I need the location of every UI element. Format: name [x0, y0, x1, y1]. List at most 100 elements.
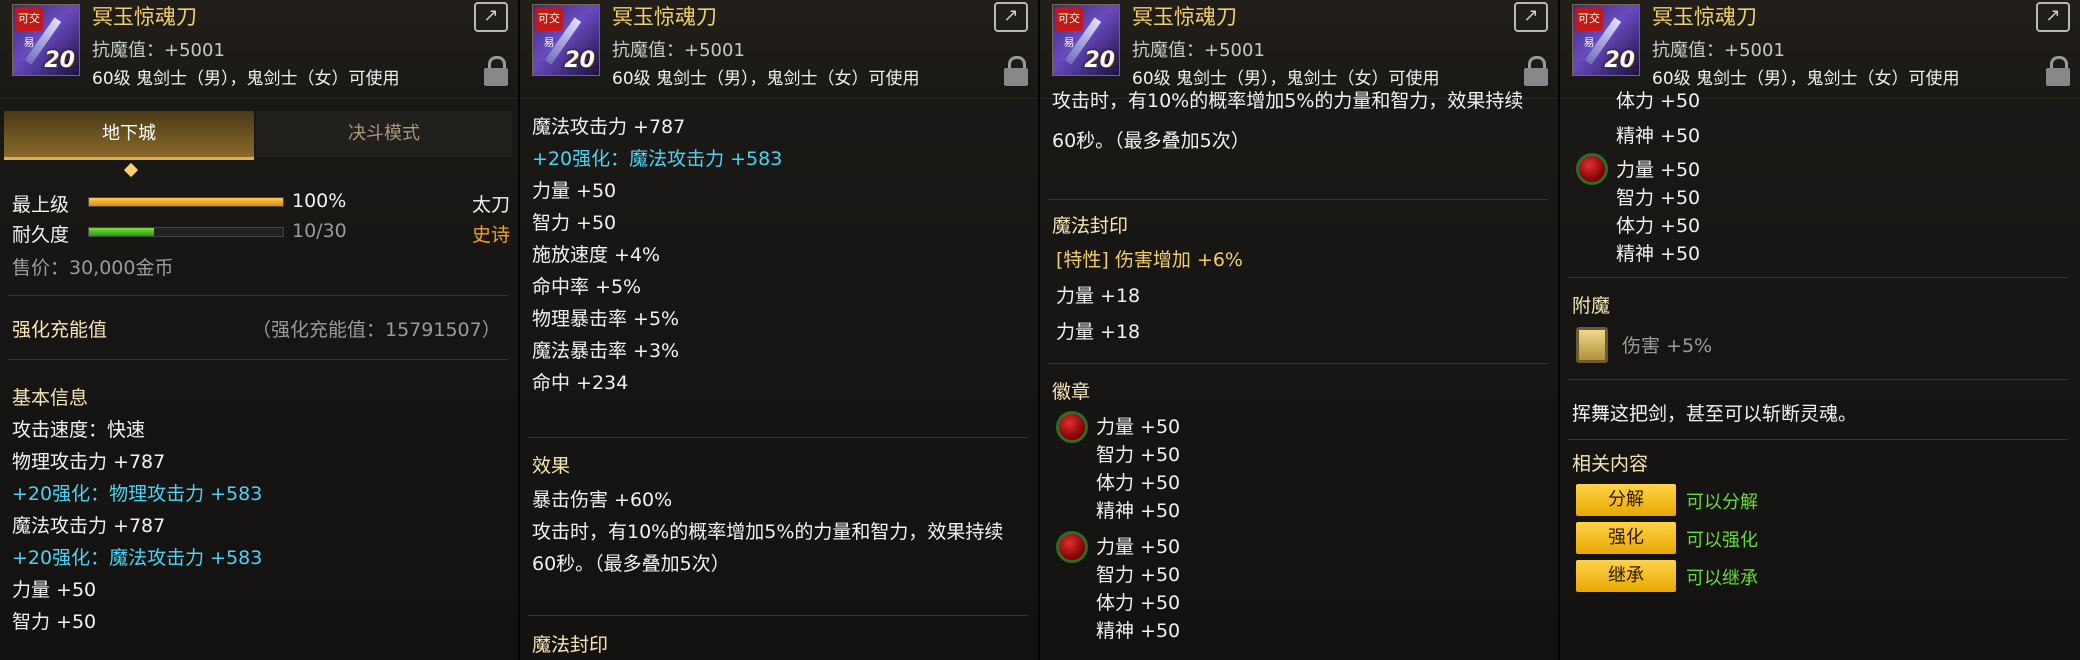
- tooltip-body: 体力 +50 精神 +50 力量 +50 智力 +50 体力 +50 精神 +5…: [1560, 90, 2080, 660]
- class-requirement: 60级 鬼剑士（男），鬼剑士（女）可使用: [92, 69, 400, 89]
- reinforce-level: 20: [564, 48, 595, 73]
- emblem-spr: 精神 +50: [1616, 243, 1701, 265]
- emblem-int: 智力 +50: [1096, 564, 1181, 586]
- effect-desc-cut: 攻击时，有10%的概率增加5%的力量和智力，效果持续: [1052, 90, 1524, 112]
- mag-atk-bonus: +20强化：魔法攻击力 +583: [532, 148, 783, 170]
- crit-damage: 暴击伤害 +60%: [532, 489, 673, 511]
- grade-label: 最上级: [12, 194, 70, 216]
- lock-icon[interactable]: [1004, 56, 1028, 86]
- emblem-vit-cut: 体力 +50: [1616, 90, 1701, 112]
- tooltip-panel-1: 可交易 20 冥玉惊魂刀 抗魔值：+5001 60级 鬼剑士（男），鬼剑士（女）…: [0, 0, 520, 660]
- sell-price: 售价：30,000金币: [12, 257, 174, 279]
- hit: 命中 +234: [532, 372, 629, 394]
- lock-icon[interactable]: [484, 56, 508, 86]
- lock-icon[interactable]: [1524, 56, 1548, 86]
- inherit-button[interactable]: 继承: [1576, 560, 1676, 592]
- reinforce-level: 20: [44, 48, 75, 73]
- emblem-title: 徽章: [1052, 381, 1091, 403]
- phys-crit: 物理暴击率 +5%: [532, 308, 680, 330]
- tab-dungeon[interactable]: 地下城: [4, 111, 254, 160]
- share-icon[interactable]: ↗: [994, 2, 1028, 32]
- divider: [1568, 439, 2068, 440]
- effect-desc-1: 攻击时，有10%的概率增加5%的力量和智力，效果持续: [532, 521, 1004, 543]
- stat-int: 智力 +50: [532, 212, 617, 234]
- mag-crit: 魔法暴击率 +3%: [532, 340, 680, 362]
- divider: [1568, 379, 2068, 380]
- grade-bar-fill: [89, 198, 283, 206]
- emblem-str: 力量 +50: [1096, 416, 1181, 438]
- emblem-str: 力量 +50: [1616, 159, 1701, 181]
- enchant-card-icon[interactable]: [1576, 327, 1608, 363]
- effect-desc-2: 60秒。（最多叠加5次）: [1052, 130, 1250, 152]
- disassemble-button[interactable]: 分解: [1576, 484, 1676, 516]
- inherit-note: 可以继承: [1686, 568, 1758, 589]
- emblem-spr: 精神 +50: [1096, 620, 1181, 642]
- weapon-type: 太刀: [472, 194, 511, 216]
- tab-pvp[interactable]: 决斗模式: [256, 111, 512, 157]
- emblem-spr: 精神 +50: [1096, 500, 1181, 522]
- durability-label: 耐久度: [12, 224, 70, 246]
- seal-title-cut: 魔法封印: [532, 634, 609, 656]
- divider: [1048, 363, 1548, 364]
- stat-str: 力量 +50: [532, 180, 617, 202]
- share-icon[interactable]: ↗: [1514, 2, 1548, 32]
- lock-icon[interactable]: [2046, 56, 2070, 86]
- share-icon[interactable]: ↗: [474, 2, 508, 32]
- related-title: 相关内容: [1572, 453, 1649, 475]
- item-name: 冥玉惊魂刀: [612, 5, 717, 29]
- red-emblem-icon[interactable]: [1576, 153, 1608, 185]
- resist-value: 抗魔值：+5001: [1652, 40, 1785, 61]
- durability-bar: [88, 227, 284, 237]
- reinforce-value: （强化充能值：15791507）: [252, 319, 501, 341]
- tooltip-body: 攻击时，有10%的概率增加5%的力量和智力，效果持续 60秒。（最多叠加5次） …: [1040, 90, 1558, 660]
- emblem-vit: 体力 +50: [1616, 215, 1701, 237]
- red-emblem-icon[interactable]: [1056, 411, 1088, 443]
- red-emblem-icon[interactable]: [1056, 531, 1088, 563]
- enchant-value: 伤害 +5%: [1622, 335, 1713, 357]
- tooltip-body: 魔法攻击力 +787 +20强化：魔法攻击力 +583 力量 +50 智力 +5…: [520, 99, 1038, 660]
- grade-bar: [88, 197, 284, 207]
- emblem-int: 智力 +50: [1616, 187, 1701, 209]
- seal-title: 魔法封印: [1052, 215, 1129, 237]
- seal-line-1: 力量 +18: [1056, 285, 1141, 307]
- sword-item-icon[interactable]: 可交易 20: [1052, 4, 1120, 76]
- mode-tabs: 地下城 决斗模式: [4, 111, 512, 178]
- item-header: 可交易 20 冥玉惊魂刀 抗魔值：+5001 60级 鬼剑士（男），鬼剑士（女）…: [1040, 0, 1558, 99]
- resist-value: 抗魔值：+5001: [1132, 40, 1265, 61]
- divider: [1048, 199, 1548, 200]
- divider: [1568, 277, 2068, 278]
- seal-line-2: 力量 +18: [1056, 321, 1141, 343]
- reinforce-button[interactable]: 强化: [1576, 522, 1676, 554]
- reinforce-level: 20: [1084, 48, 1115, 73]
- divider: [528, 437, 1028, 438]
- mag-atk: 魔法攻击力 +787: [532, 116, 686, 138]
- sword-item-icon[interactable]: 可交易 20: [1572, 4, 1640, 76]
- reinforce-level: 20: [1604, 48, 1635, 73]
- emblem-int: 智力 +50: [1096, 444, 1181, 466]
- tradeable-badge: 可交易: [1055, 7, 1083, 49]
- item-name: 冥玉惊魂刀: [1652, 5, 1757, 29]
- share-icon[interactable]: ↗: [2036, 2, 2070, 32]
- item-header: 可交易 20 冥玉惊魂刀 抗魔值：+5001 60级 鬼剑士（男），鬼剑士（女）…: [0, 0, 518, 99]
- durability-value: 10/30: [292, 220, 347, 242]
- active-tab-marker: [123, 162, 139, 178]
- basic-info-title: 基本信息: [12, 387, 89, 409]
- class-requirement: 60级 鬼剑士（男），鬼剑士（女）可使用: [612, 69, 920, 89]
- tooltip-panel-3: 可交易 20 冥玉惊魂刀 抗魔值：+5001 60级 鬼剑士（男），鬼剑士（女）…: [1040, 0, 1560, 660]
- cast-speed: 施放速度 +4%: [532, 244, 661, 266]
- sword-item-icon[interactable]: 可交易 20: [12, 4, 80, 76]
- divider: [528, 615, 1028, 616]
- hit-rate: 命中率 +5%: [532, 276, 642, 298]
- effect-title: 效果: [532, 455, 571, 477]
- emblem-vit: 体力 +50: [1096, 472, 1181, 494]
- tradeable-badge: 可交易: [15, 7, 43, 49]
- reinforce-title: 强化充能值: [12, 319, 108, 341]
- stat-int: 智力 +50: [12, 611, 97, 633]
- phys-atk: 物理攻击力 +787: [12, 451, 166, 473]
- divider: [8, 359, 508, 360]
- emblem-vit: 体力 +50: [1096, 592, 1181, 614]
- resist-value: 抗魔值：+5001: [612, 40, 745, 61]
- sword-item-icon[interactable]: 可交易 20: [532, 4, 600, 76]
- seal-trait: [特性] 伤害增加 +6%: [1056, 249, 1243, 271]
- mag-atk: 魔法攻击力 +787: [12, 515, 166, 537]
